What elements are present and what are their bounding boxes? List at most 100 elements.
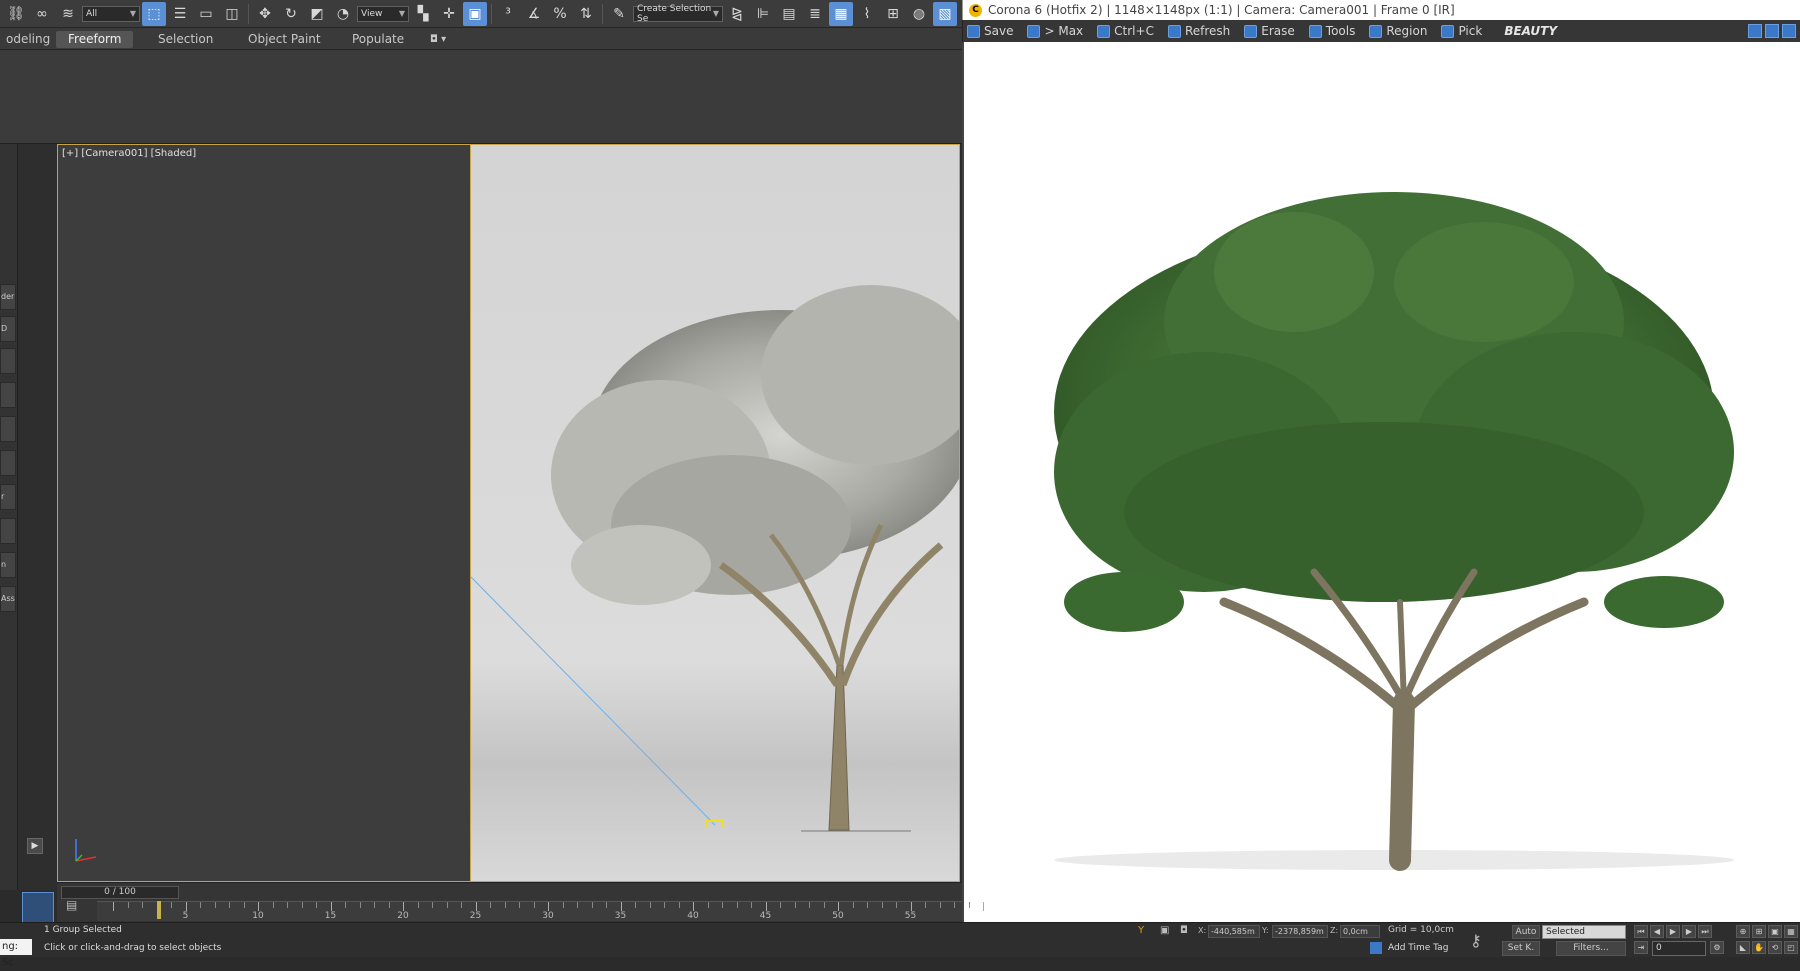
key-filters-button[interactable]: Filters... — [1556, 941, 1626, 956]
rectangular-region-icon[interactable]: ▭ — [194, 2, 218, 26]
toggle-ribbon-icon[interactable]: ▦ — [829, 1, 853, 26]
field-of-view-icon[interactable]: ◣ — [1736, 941, 1750, 954]
edit-named-selection-icon[interactable]: ✎ — [607, 2, 631, 26]
select-by-name-icon[interactable]: ☰ — [168, 2, 192, 26]
tab-freeform[interactable]: Freeform — [56, 31, 134, 48]
region-button[interactable]: Region — [1369, 24, 1427, 38]
viewport-label[interactable]: [+] [Camera001] [Shaded] — [62, 148, 196, 159]
axis-constraint-icon[interactable]: ✛ — [437, 2, 461, 26]
play-icon[interactable]: ▶ — [27, 838, 43, 854]
move-icon[interactable]: ✥ — [253, 2, 277, 26]
scale-icon[interactable]: ◩ — [305, 2, 329, 26]
tab-object-paint[interactable]: Object Paint — [236, 31, 333, 48]
key-editor-icon[interactable]: ▤ — [66, 898, 77, 912]
timeline-tick — [765, 902, 767, 911]
time-configuration-icon[interactable]: ⚙ — [1710, 941, 1724, 954]
maxscript-listener-input[interactable]: ng: Sc — [0, 939, 32, 968]
rotate-icon[interactable]: ↻ — [279, 2, 303, 26]
named-selection-dropdown[interactable]: Create Selection Se ▼ — [633, 4, 723, 24]
left-strip-button[interactable]: r — [0, 484, 16, 510]
snaps-toggle-icon[interactable]: ³ — [496, 2, 520, 26]
zoom-extents-icon[interactable]: ▣ — [1768, 925, 1782, 938]
mirror-icon[interactable]: ⧎ — [725, 2, 749, 26]
left-strip-button[interactable] — [0, 450, 16, 476]
play-animation-icon[interactable]: ▶ — [1666, 925, 1680, 938]
erase-button[interactable]: Erase — [1244, 24, 1295, 38]
window-crossing-icon[interactable]: ◫ — [220, 2, 244, 26]
render-element-selector[interactable]: BEAUTY — [1504, 24, 1557, 38]
left-strip-button[interactable] — [0, 382, 16, 408]
tab-modeling[interactable]: odeling — [0, 31, 62, 48]
isolate-selection-icon[interactable]: Y — [1138, 925, 1144, 936]
auto-key-button[interactable]: Auto — [1512, 925, 1540, 939]
to-max-button[interactable]: > Max — [1027, 24, 1083, 38]
left-strip-button[interactable] — [0, 416, 16, 442]
link-icon[interactable]: ⛓ — [4, 2, 28, 26]
material-editor-icon[interactable]: ◍ — [907, 2, 931, 26]
key-mode-icon[interactable]: ⇥ — [1634, 941, 1648, 954]
tab-selection[interactable]: Selection — [146, 31, 225, 48]
render-setup-icon[interactable]: ▧ — [933, 1, 957, 26]
keyboard-shortcut-override-icon[interactable]: ▣ — [463, 1, 487, 26]
left-strip-button[interactable]: der — [0, 284, 16, 310]
set-key-icon[interactable]: ⚷ — [1470, 931, 1482, 950]
zoom-fit-icon[interactable] — [1782, 24, 1796, 38]
zoom-extents-all-icon[interactable]: ▦ — [1784, 925, 1798, 938]
selection-filter-dropdown[interactable]: All ▼ — [82, 5, 140, 22]
absolute-mode-icon[interactable]: ◘ — [1180, 925, 1188, 936]
x-coordinate-field[interactable]: -440,585m — [1208, 925, 1260, 938]
maximize-viewport-icon[interactable]: ◰ — [1784, 941, 1798, 954]
camera-viewport[interactable]: [+] [Camera001] [Shaded] — [57, 144, 960, 882]
place-icon[interactable]: ◔ — [331, 2, 355, 26]
orbit-icon[interactable]: ⟲ — [1768, 941, 1782, 954]
bind-space-warp-icon[interactable]: ≋ — [56, 2, 80, 26]
curve-editor-icon[interactable]: ⌇ — [855, 2, 879, 26]
ref-coord-dropdown[interactable]: View ▼ — [357, 5, 409, 22]
lock-selection-icon[interactable]: ▣ — [1160, 925, 1169, 936]
zoom-all-icon[interactable]: ⊞ — [1752, 925, 1766, 938]
zoom-icon[interactable]: ⊕ — [1736, 925, 1750, 938]
pivot-center-icon[interactable]: ▚ — [411, 2, 435, 26]
pan-view-icon[interactable]: ✋ — [1752, 941, 1766, 954]
add-time-tag-button[interactable]: Add Time Tag — [1388, 943, 1448, 953]
z-coordinate-field[interactable]: 0,0cm — [1340, 925, 1380, 938]
percent-snap-icon[interactable]: % — [548, 2, 572, 26]
key-filter-dropdown[interactable]: Selected — [1542, 925, 1626, 939]
toggle-layer-explorer-icon[interactable]: ≣ — [803, 2, 827, 26]
align-icon[interactable]: ⊫ — [751, 2, 775, 26]
set-key-button[interactable]: Set K. — [1502, 941, 1540, 956]
select-object-icon[interactable]: ⬚ — [142, 1, 166, 26]
current-frame-marker[interactable] — [157, 901, 161, 919]
left-strip-button[interactable]: D — [0, 316, 16, 342]
left-strip-button[interactable] — [0, 348, 16, 374]
toggle-scene-explorer-icon[interactable]: ▤ — [777, 2, 801, 26]
y-coordinate-field[interactable]: -2378,859m — [1272, 925, 1328, 938]
go-to-start-icon[interactable]: ⏮ — [1634, 925, 1648, 938]
left-strip-button[interactable]: Assi — [0, 586, 16, 612]
grid-size: Grid = 10,0cm — [1388, 925, 1454, 935]
next-frame-icon[interactable]: ▶ — [1682, 925, 1696, 938]
tools-button[interactable]: Tools — [1308, 24, 1355, 38]
corona-logo-icon: C — [969, 3, 982, 17]
pick-button[interactable]: Pick — [1441, 24, 1482, 38]
zoom-out-icon[interactable] — [1765, 24, 1779, 38]
previous-frame-icon[interactable]: ◀ — [1650, 925, 1664, 938]
refresh-button[interactable]: Refresh — [1167, 24, 1230, 38]
spinner-snap-icon[interactable]: ⇅ — [574, 2, 598, 26]
go-to-end-icon[interactable]: ⏭ — [1698, 925, 1712, 938]
camera-target-line — [471, 576, 716, 826]
rendered-image-canvas[interactable] — [962, 42, 1800, 924]
schematic-view-icon[interactable]: ⊞ — [881, 2, 905, 26]
unlink-icon[interactable]: ∞ — [30, 2, 54, 26]
tab-populate[interactable]: Populate — [340, 31, 416, 48]
time-slider[interactable]: 0 / 100 — [61, 886, 179, 899]
ribbon-options-icon[interactable]: ◘ ▾ — [418, 31, 458, 48]
left-strip-button[interactable] — [0, 518, 16, 544]
track-bar[interactable]: 5 10 15 20 25 30 35 40 45 50 55 — [97, 901, 984, 921]
copy-button[interactable]: Ctrl+C — [1097, 24, 1154, 38]
angle-snap-icon[interactable]: ∡ — [522, 2, 546, 26]
left-strip-button[interactable]: n — [0, 552, 16, 578]
current-frame-field[interactable]: 0 — [1652, 941, 1706, 956]
save-button[interactable]: Save — [967, 24, 1013, 38]
zoom-in-icon[interactable] — [1748, 24, 1762, 38]
